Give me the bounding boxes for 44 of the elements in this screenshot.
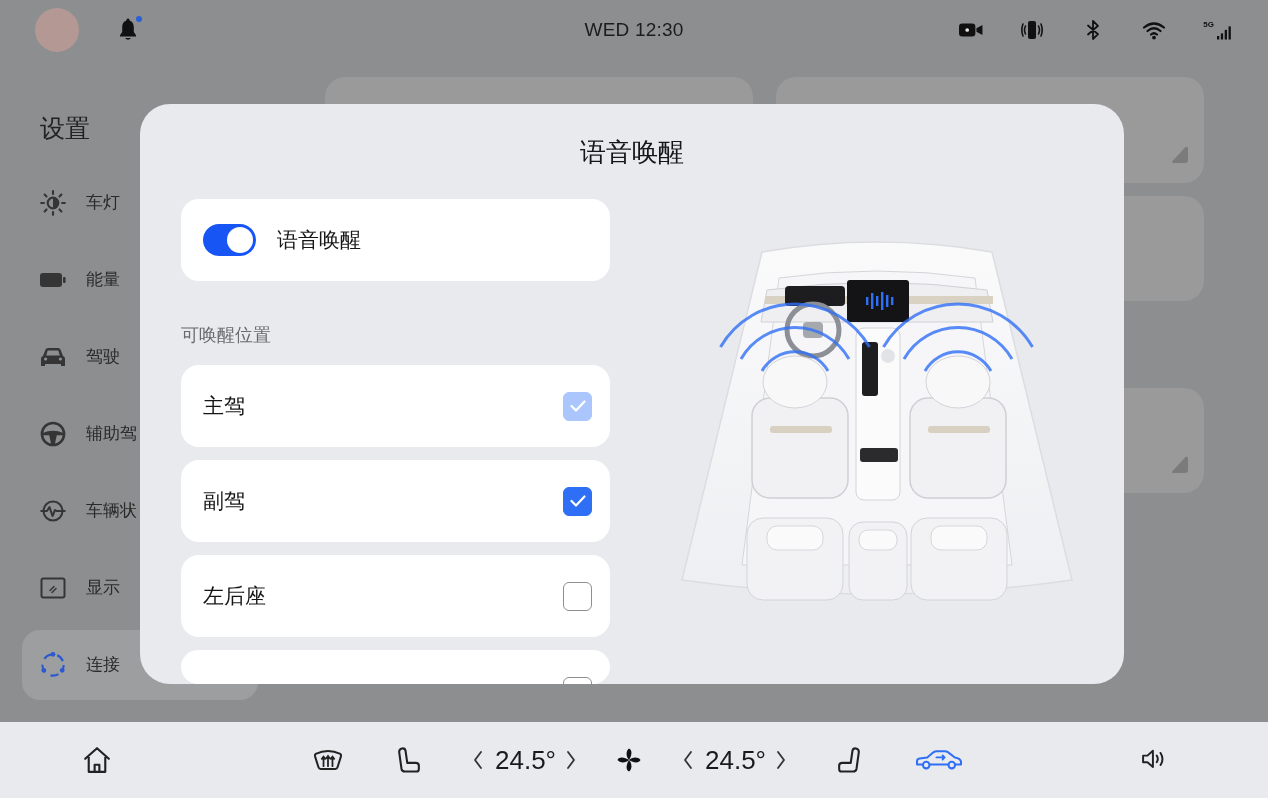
temperature-value: 24.5° — [705, 744, 767, 776]
network-type-label: 5G — [1203, 20, 1214, 29]
checkbox[interactable] — [563, 486, 592, 516]
phone-vibrate-icon[interactable] — [1020, 19, 1045, 41]
sidebar-item[interactable]: 车灯 — [40, 190, 120, 216]
bluetooth-icon[interactable] — [1086, 19, 1101, 41]
sidebar-title: 设置 — [40, 113, 90, 144]
checkbox[interactable] — [563, 581, 592, 611]
position-label: 副驾 — [203, 488, 245, 514]
display-icon — [40, 575, 66, 601]
sidebar-item[interactable]: 驾驶 — [40, 344, 120, 370]
toggle-label: 语音唤醒 — [277, 227, 361, 253]
defrost-icon[interactable] — [314, 749, 342, 771]
pulse-icon — [40, 498, 66, 524]
triangle-icon — [1171, 456, 1188, 473]
fan-icon[interactable] — [616, 747, 642, 773]
temperature-value: 24.5° — [495, 744, 556, 776]
seat-icon[interactable] — [838, 747, 861, 773]
sidebar-item[interactable]: 辅助驾 — [40, 421, 137, 447]
steering-wheel-icon — [40, 421, 66, 447]
chevron-right-icon[interactable] — [776, 750, 787, 770]
seat-icon[interactable] — [398, 747, 420, 773]
connection-icon — [40, 652, 66, 678]
bell-icon[interactable] — [118, 18, 138, 42]
car-icon[interactable] — [916, 750, 963, 770]
chevron-left-icon[interactable] — [683, 750, 693, 770]
position-label: 主驾 — [203, 393, 245, 419]
clock-time: WED 12:30 — [584, 19, 684, 41]
chevron-right-icon[interactable] — [566, 750, 576, 770]
home-icon[interactable] — [84, 747, 110, 773]
wifi-icon[interactable] — [1142, 19, 1167, 41]
sun-icon — [40, 190, 66, 216]
signal-bars-icon — [1217, 25, 1231, 40]
dialog-title: 语音唤醒 — [580, 135, 684, 169]
toggle-switch[interactable] — [203, 224, 256, 256]
checkmark-icon — [569, 495, 586, 507]
sidebar-item[interactable]: 显示 — [40, 575, 120, 601]
triangle-icon — [1171, 146, 1188, 163]
sidebar-item[interactable]: 能量 — [40, 267, 120, 293]
checkmark-icon — [569, 400, 586, 412]
section-label: 可唤醒位置 — [181, 324, 271, 347]
sidebar-item[interactable]: 车辆状 — [40, 498, 137, 524]
position-label: 左后座 — [203, 583, 266, 609]
chevron-left-icon[interactable] — [473, 750, 483, 770]
